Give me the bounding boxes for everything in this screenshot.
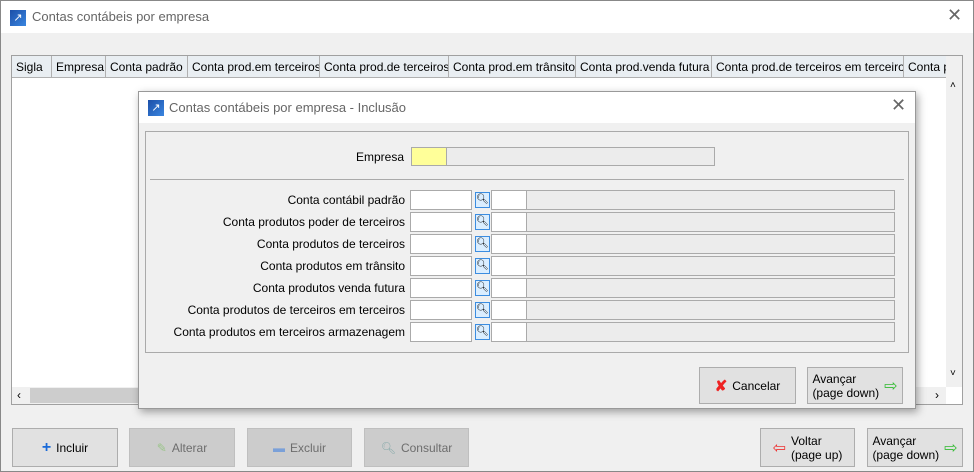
incluir-button[interactable]: + Incluir	[12, 428, 118, 467]
column-header[interactable]: Empresa	[52, 56, 106, 78]
account-description	[526, 278, 895, 298]
column-header[interactable]: Conta prod.em terceiros	[188, 56, 320, 78]
account-code-input[interactable]	[491, 300, 527, 320]
x-icon: ✘	[714, 377, 728, 395]
excluir-label: Excluir	[289, 440, 326, 455]
account-input[interactable]	[410, 212, 472, 232]
excluir-button[interactable]: ▬ Excluir	[247, 428, 352, 467]
column-header[interactable]: Sigla	[12, 56, 52, 78]
window-title: Contas contábeis por empresa	[32, 9, 210, 24]
dialog-title: Contas contábeis por empresa - Inclusão	[169, 100, 407, 115]
account-code-input[interactable]	[491, 278, 527, 298]
search-icon[interactable]: 🔍︎	[475, 258, 490, 274]
account-label: Conta contábil padrão	[287, 193, 405, 207]
arrow-right-icon: ⇨	[884, 377, 898, 395]
vertical-scrollbar[interactable]: ˄ ˅	[946, 56, 962, 387]
alterar-label: Alterar	[171, 440, 208, 455]
scroll-right-icon[interactable]: ›	[935, 388, 939, 402]
dialog-avancar-button[interactable]: Avançar (page down) ⇨	[807, 367, 903, 404]
pencil-icon: ✎	[156, 440, 167, 455]
incluir-label: Incluir	[56, 440, 89, 455]
minus-icon: ▬	[272, 440, 285, 455]
voltar-sublabel: (page up)	[791, 447, 843, 462]
search-icon[interactable]: 🔍︎	[475, 236, 490, 252]
cancelar-label: Cancelar	[732, 378, 781, 393]
app-icon: ↗	[148, 100, 164, 116]
empresa-label: Empresa	[355, 150, 404, 164]
consultar-button[interactable]: 🔍︎ Consultar	[364, 428, 469, 467]
account-input[interactable]	[410, 300, 472, 320]
search-icon[interactable]: 🔍︎	[475, 280, 490, 296]
column-header[interactable]: Conta prod.de terceiros em terceiros	[712, 56, 904, 78]
account-description	[526, 300, 895, 320]
search-icon[interactable]: 🔍︎	[475, 192, 490, 208]
account-input[interactable]	[410, 278, 472, 298]
alterar-button[interactable]: ✎ Alterar	[129, 428, 235, 467]
account-label: Conta produtos poder de terceiros	[222, 215, 405, 229]
account-description	[526, 190, 895, 210]
column-header[interactable]: Conta prod.em trânsito	[449, 56, 576, 78]
avancar-button[interactable]: Avançar (page down) ⇨	[867, 428, 963, 467]
scroll-down-icon[interactable]: ˅	[950, 368, 956, 379]
avancar-label: Avançar	[872, 433, 917, 448]
plus-icon: +	[41, 438, 52, 456]
account-input[interactable]	[410, 190, 472, 210]
account-description	[526, 234, 895, 254]
search-icon[interactable]: 🔍︎	[475, 302, 490, 318]
account-label: Conta produtos em terceiros armazenagem	[173, 325, 405, 339]
search-icon[interactable]: 🔍︎	[475, 214, 490, 230]
column-header[interactable]: Conta prod.venda futura	[576, 56, 712, 78]
dialog-close-icon[interactable]: ✕	[891, 95, 906, 116]
account-input[interactable]	[410, 322, 472, 342]
scroll-up-icon[interactable]: ˄	[950, 80, 956, 91]
column-header[interactable]: Conta padrão	[106, 56, 188, 78]
account-label: Conta produtos de terceiros	[256, 237, 405, 251]
account-label: Conta produtos venda futura	[252, 281, 405, 295]
dialog-title-bar: ↗ Contas contábeis por empresa - Inclusã…	[139, 92, 915, 123]
avancar-sublabel: (page down)	[812, 385, 880, 400]
search-icon[interactable]: 🔍︎	[475, 324, 490, 340]
title-bar: ↗ Contas contábeis por empresa ✕	[1, 1, 973, 33]
arrow-right-icon: ⇨	[944, 439, 958, 457]
voltar-button[interactable]: ⇦ Voltar (page up)	[760, 428, 855, 467]
account-label: Conta produtos de terceiros em terceiros	[187, 303, 405, 317]
app-icon: ↗	[10, 10, 26, 26]
scroll-left-icon[interactable]: ‹	[17, 388, 21, 402]
empresa-description	[446, 147, 715, 166]
arrow-left-icon: ⇦	[772, 439, 787, 457]
account-input[interactable]	[410, 234, 472, 254]
avancar-sublabel: (page down)	[872, 447, 940, 462]
account-description	[526, 256, 895, 276]
account-label: Conta produtos em trânsito	[260, 259, 405, 273]
account-input[interactable]	[410, 256, 472, 276]
scroll-thumb[interactable]	[30, 388, 150, 403]
magnifier-icon: 🔍︎	[380, 440, 396, 455]
empresa-input[interactable]	[411, 147, 447, 166]
voltar-label: Voltar	[791, 433, 822, 448]
column-header[interactable]: Conta prod.de terceiros	[320, 56, 449, 78]
column-header[interactable]: Conta p	[904, 56, 947, 78]
account-code-input[interactable]	[491, 190, 527, 210]
account-code-input[interactable]	[491, 256, 527, 276]
account-description	[526, 212, 895, 232]
account-code-input[interactable]	[491, 212, 527, 232]
separator	[150, 179, 904, 180]
account-code-input[interactable]	[491, 322, 527, 342]
inclusion-dialog: ↗ Contas contábeis por empresa - Inclusã…	[138, 91, 916, 409]
account-code-input[interactable]	[491, 234, 527, 254]
cancelar-button[interactable]: ✘ Cancelar	[699, 367, 796, 404]
avancar-label: Avançar	[812, 371, 857, 386]
consultar-label: Consultar	[400, 440, 453, 455]
account-description	[526, 322, 895, 342]
close-icon[interactable]: ✕	[947, 5, 962, 26]
